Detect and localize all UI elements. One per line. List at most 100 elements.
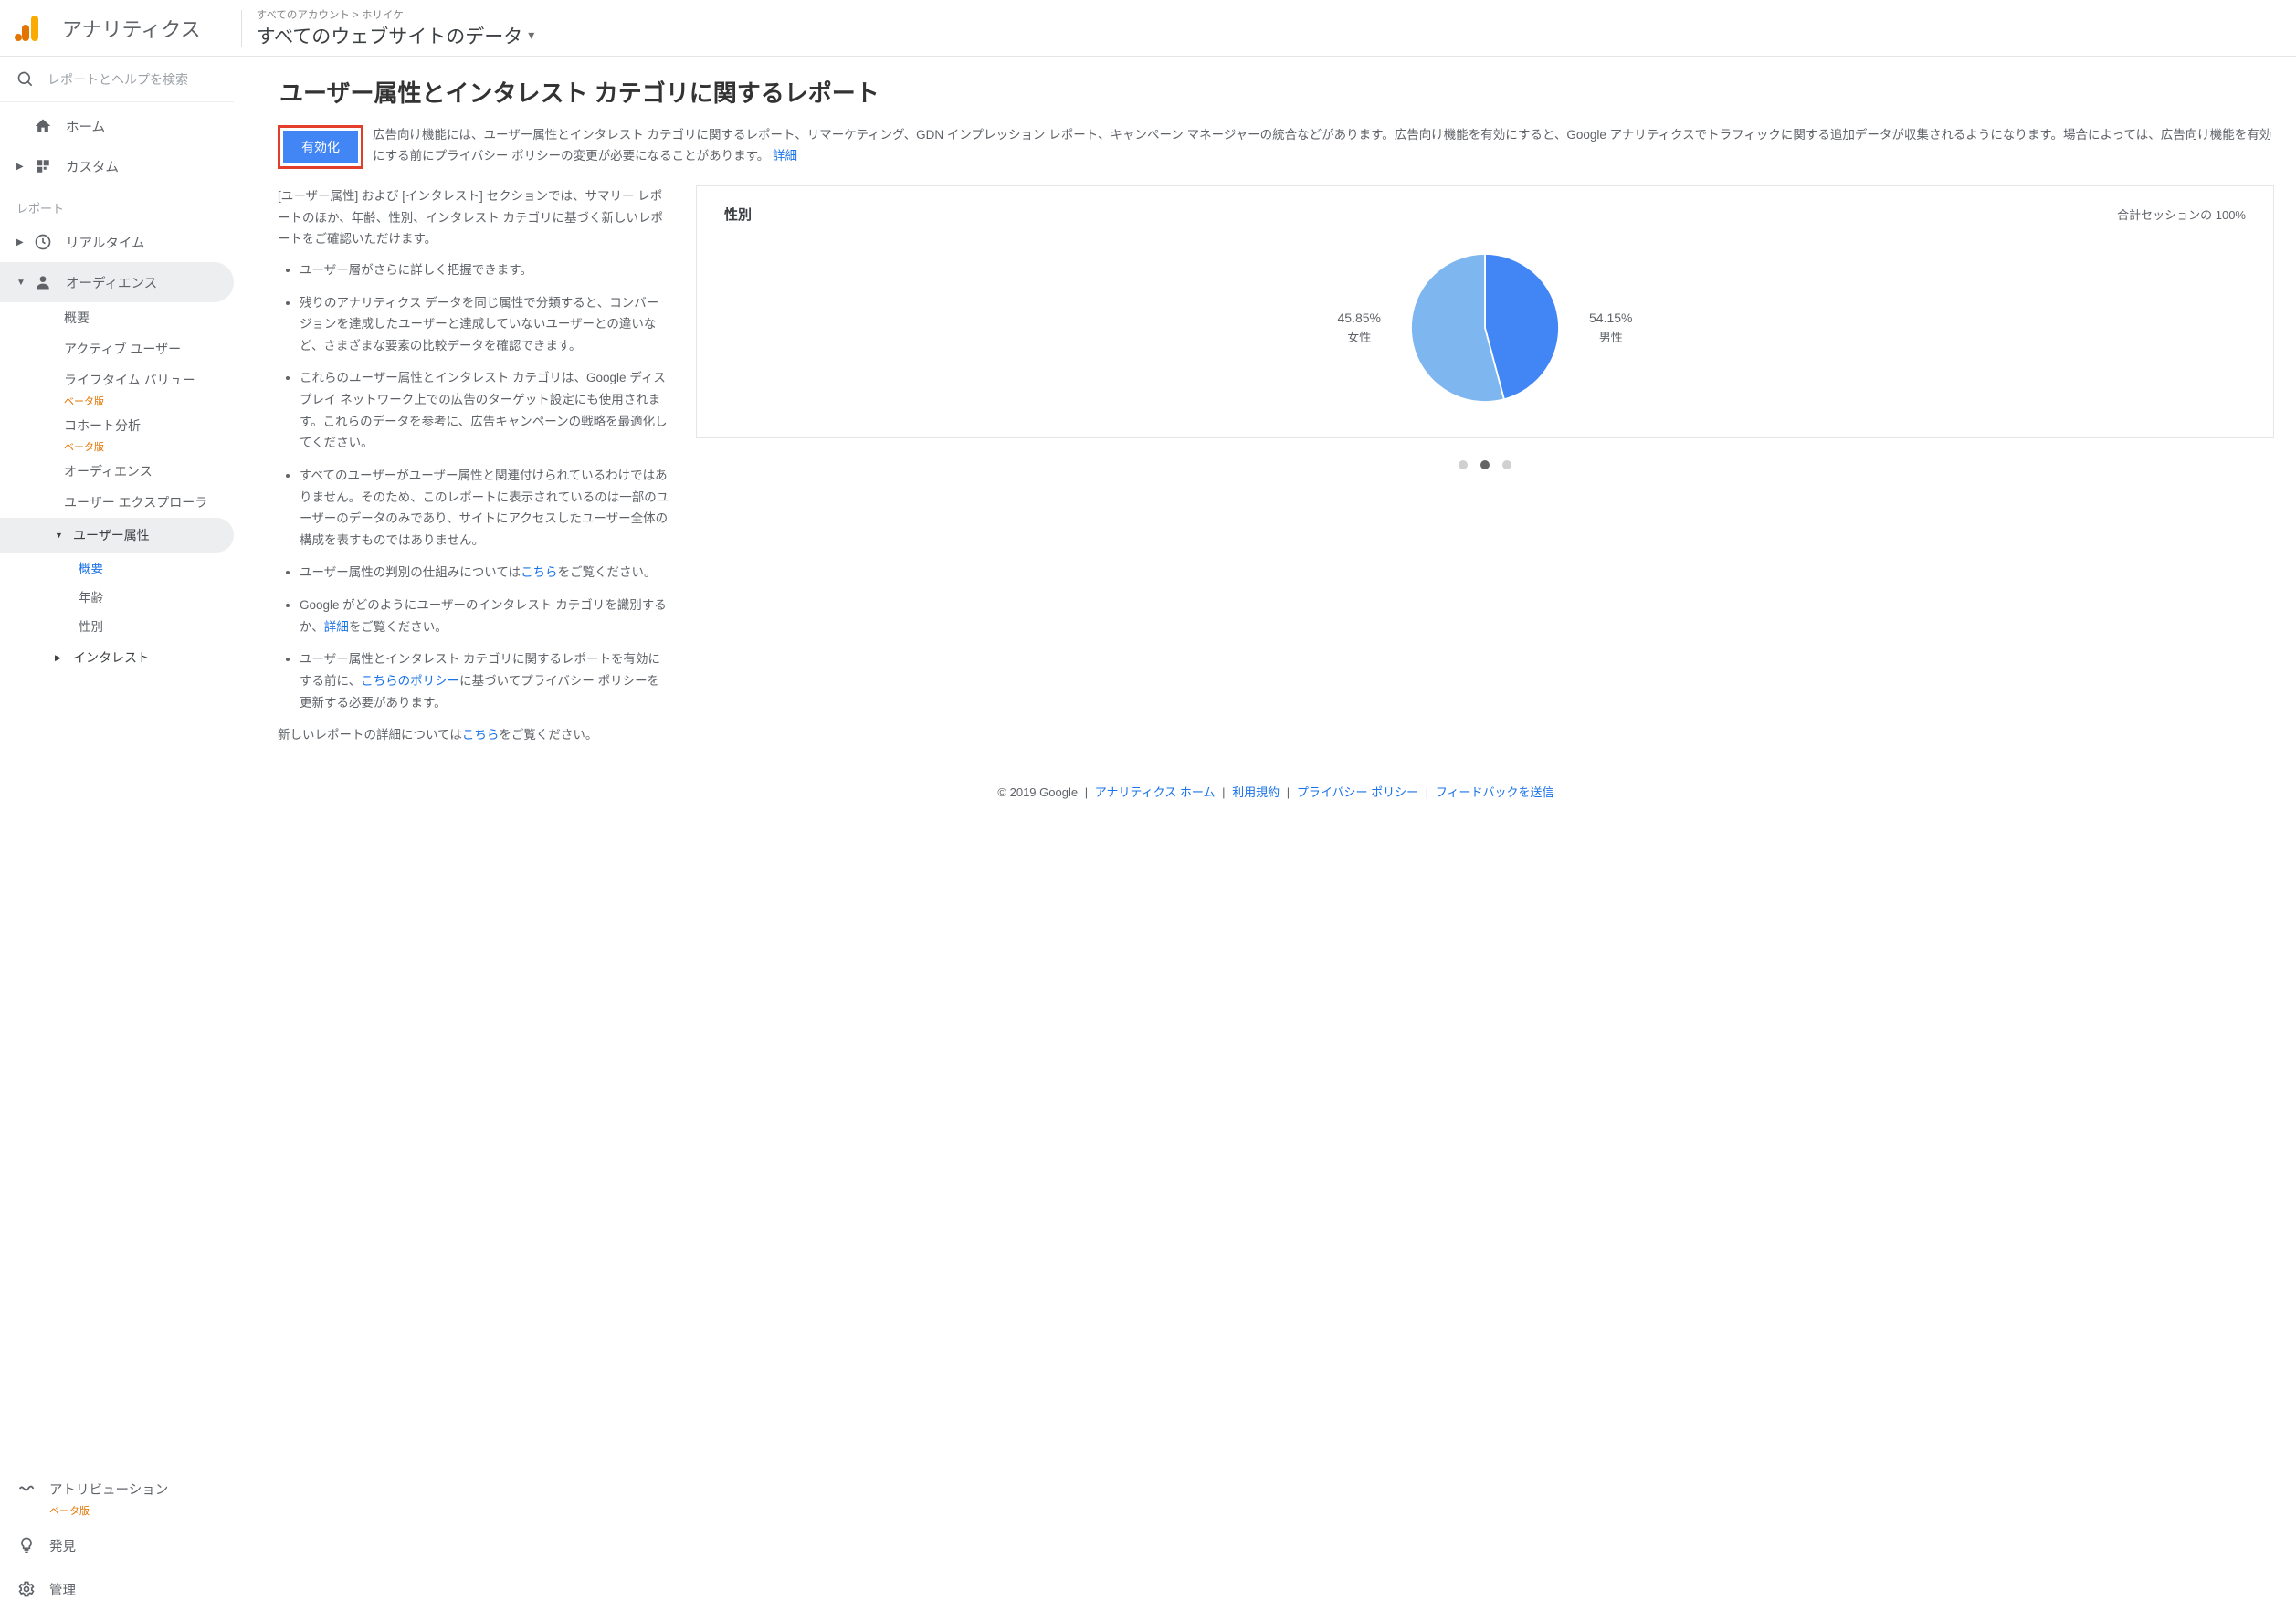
footer-link-home[interactable]: アナリティクス ホーム (1095, 785, 1216, 799)
sub-lifetime-value[interactable]: ライフタイム バリュー (64, 364, 234, 395)
analytics-logo-icon (11, 12, 44, 45)
view-name: すべてのウェブサイトのデータ ▾ (257, 22, 535, 49)
pie-chart (1403, 246, 1567, 410)
description-intro: [ユーザー属性] および [インタレスト] セクションでは、サマリー レポートの… (278, 185, 670, 250)
enable-button-highlight: 有効化 (278, 125, 363, 169)
chart-body: 45.85% 女性 54.15% 男性 (724, 246, 2246, 410)
bullet-link[interactable]: こちらのポリシー (361, 674, 459, 688)
clock-icon (33, 232, 53, 252)
footer-link-privacy[interactable]: プライバシー ポリシー (1297, 785, 1418, 799)
beta-label: ベータ版 (64, 439, 234, 454)
nav: ホーム ▶ カスタム レポート ▶ リアルタイム ▼ オーディエンス 概要 アク… (0, 102, 234, 675)
bullet-text: ユーザー属性の判別の仕組みについては (300, 565, 521, 579)
account-selector[interactable]: すべてのアカウント > ホリイケ すべてのウェブサイトのデータ ▾ (257, 7, 535, 49)
search-row[interactable] (0, 57, 234, 102)
pct-value: 45.85 (1338, 311, 1370, 325)
header-divider (241, 10, 242, 47)
pct-name: 男性 (1589, 328, 1633, 345)
home-icon (33, 116, 53, 136)
sub-demographics-label: ユーザー属性 (73, 526, 150, 544)
carousel-dot[interactable] (1459, 460, 1468, 469)
sub-overview[interactable]: 概要 (64, 302, 234, 333)
footer-link-feedback[interactable]: フィードバックを送信 (1436, 785, 1554, 799)
intro-text-body: 広告向け機能には、ユーザー属性とインタレスト カテゴリに関するレポート、リマーケ… (373, 128, 2271, 163)
chart-title: 性別 (724, 205, 752, 224)
bullet-item: ユーザー属性とインタレスト カテゴリに関するレポートを有効にする前に、こちらのポ… (300, 648, 670, 713)
pct-name: 女性 (1338, 328, 1382, 345)
expand-icon: ▶ (55, 653, 68, 663)
footer: © 2019 Google | アナリティクス ホーム | 利用規約 | プライ… (278, 783, 2274, 800)
chart-panel: 性別 合計セッションの 100% 45.85% 女性 54.15% 男性 (696, 185, 2274, 746)
nav-attribution-label: アトリビューション (49, 1479, 168, 1499)
person-icon (33, 272, 53, 292)
custom-icon (33, 156, 53, 176)
page-title: ユーザー属性とインタレスト カテゴリに関するレポート (278, 75, 2274, 109)
chart-label-female: 45.85% 女性 (1338, 311, 1382, 345)
carousel-dots (696, 460, 2274, 469)
logo[interactable]: アナリティクス (11, 12, 226, 45)
bullet-link[interactable]: 詳細 (324, 620, 349, 634)
sub-demo-gender[interactable]: 性別 (79, 611, 234, 640)
audience-submenu: 概要 アクティブ ユーザー ライフタイム バリュー ベータ版 コホート分析 ベー… (0, 302, 234, 518)
enable-button[interactable]: 有効化 (283, 131, 358, 163)
bullet-item: これらのユーザー属性とインタレスト カテゴリは、Google ディスプレイ ネッ… (300, 367, 670, 454)
nav-admin[interactable]: 管理 (0, 1567, 234, 1611)
nav-custom-label: カスタム (66, 157, 119, 176)
sub-demo-age[interactable]: 年齢 (79, 582, 234, 611)
footer-link-terms[interactable]: 利用規約 (1232, 785, 1280, 799)
sub-cohort[interactable]: コホート分析 (64, 410, 234, 441)
description-list: ユーザー層がさらに詳しく把握できます。 残りのアナリティクス データを同じ属性で… (278, 259, 670, 713)
sub-interests[interactable]: ▶ インタレスト (0, 640, 234, 675)
nav-audience[interactable]: ▼ オーディエンス (0, 262, 234, 302)
nav-home-label: ホーム (66, 117, 105, 136)
separator: | (1222, 785, 1225, 799)
sub-user-explorer[interactable]: ユーザー エクスプローラ (64, 487, 234, 518)
chart-card: 性別 合計セッションの 100% 45.85% 女性 54.15% 男性 (696, 185, 2274, 438)
gear-icon (16, 1579, 37, 1599)
sub-interests-label: インタレスト (73, 648, 150, 667)
attribution-icon (16, 1479, 37, 1499)
bullet-item: 残りのアナリティクス データを同じ属性で分類すると、コンバージョンを達成したユー… (300, 292, 670, 357)
chart-pct-male: 54.15% (1589, 311, 1633, 325)
main-content: ユーザー属性とインタレスト カテゴリに関するレポート 有効化 広告向け機能には、… (234, 57, 2296, 837)
intro-details-link[interactable]: 詳細 (773, 149, 797, 163)
closing-link[interactable]: こちら (462, 728, 500, 742)
closing-text-b: をご覧ください。 (499, 728, 597, 742)
separator: | (1287, 785, 1290, 799)
bullet-item: ユーザー属性の判別の仕組みについてはこちらをご覧ください。 (300, 562, 670, 584)
beta-label: ベータ版 (0, 1503, 234, 1518)
sub-demo-overview[interactable]: 概要 (79, 553, 234, 582)
sub-demographics[interactable]: ▼ ユーザー属性 (0, 518, 234, 553)
bullet-item: すべてのユーザーがユーザー属性と関連付けられているわけではありません。そのため、… (300, 465, 670, 552)
separator: | (1426, 785, 1428, 799)
pct-value: 54.15 (1589, 311, 1621, 325)
search-input[interactable] (47, 72, 217, 87)
demographics-submenu: 概要 年齢 性別 (0, 553, 234, 640)
search-icon (16, 70, 35, 89)
collapse-icon: ▼ (16, 278, 27, 288)
bullet-link[interactable]: こちら (521, 565, 558, 579)
separator: | (1085, 785, 1088, 799)
chevron-down-icon: ▾ (528, 27, 534, 43)
sub-active-users[interactable]: アクティブ ユーザー (64, 333, 234, 364)
expand-icon: ▶ (16, 237, 27, 247)
carousel-dot[interactable] (1502, 460, 1511, 469)
nav-home[interactable]: ホーム (0, 106, 234, 146)
bullet-item: Google がどのようにユーザーのインタレスト カテゴリを識別するか、詳細をご… (300, 595, 670, 637)
collapse-icon: ▼ (55, 531, 68, 540)
content-row: [ユーザー属性] および [インタレスト] セクションでは、サマリー レポートの… (278, 185, 2274, 746)
nav-discover[interactable]: 発見 (0, 1523, 234, 1567)
nav-section-reports: レポート (0, 186, 234, 222)
nav-custom[interactable]: ▶ カスタム (0, 146, 234, 186)
description-panel: [ユーザー属性] および [インタレスト] セクションでは、サマリー レポートの… (278, 185, 670, 746)
product-name: アナリティクス (62, 14, 201, 43)
beta-label: ベータ版 (64, 394, 234, 408)
sub-audiences[interactable]: オーディエンス (64, 456, 234, 487)
closing-text-a: 新しいレポートの詳細については (278, 728, 462, 742)
intro-text: 広告向け機能には、ユーザー属性とインタレスト カテゴリに関するレポート、リマーケ… (373, 125, 2274, 167)
expand-icon: ▶ (16, 162, 27, 172)
carousel-dot[interactable] (1480, 460, 1490, 469)
bullet-text: をご覧ください。 (349, 620, 448, 634)
lightbulb-icon (16, 1535, 37, 1555)
nav-realtime[interactable]: ▶ リアルタイム (0, 222, 234, 262)
